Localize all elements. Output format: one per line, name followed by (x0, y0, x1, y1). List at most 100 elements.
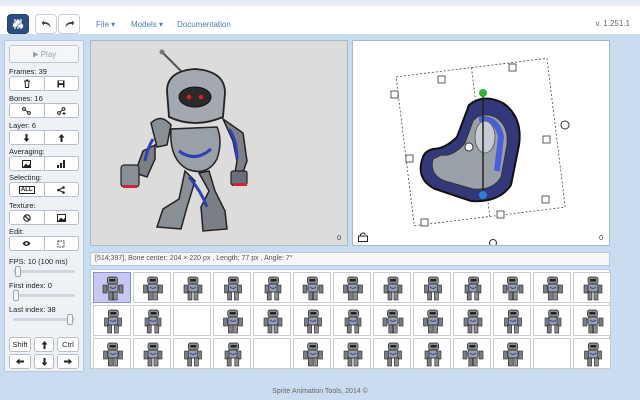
frame-thumbnail[interactable] (133, 338, 171, 369)
select-share-button[interactable] (44, 182, 79, 197)
frame-thumbnail[interactable] (293, 338, 331, 369)
frame-robot-thumbnail (503, 342, 523, 367)
average-chart-button[interactable] (44, 156, 79, 171)
select-all-label: ALL (18, 185, 35, 194)
redo-icon (65, 20, 74, 27)
frame-robot-thumbnail (423, 309, 443, 334)
frame-thumbnail[interactable] (93, 305, 131, 336)
frame-thumbnail[interactable] (453, 338, 491, 369)
undo-button[interactable] (35, 14, 57, 34)
frame-robot-thumbnail (343, 342, 363, 367)
layer-up-button[interactable] (44, 130, 79, 145)
frame-thumbnail[interactable] (373, 272, 411, 303)
edit-view-button[interactable] (9, 236, 45, 251)
frame-robot-thumbnail (383, 276, 403, 301)
average-image-button[interactable] (9, 156, 45, 171)
nav-down-button[interactable] (34, 354, 54, 369)
frame-thumbnail[interactable] (213, 338, 251, 369)
frame-thumbnail[interactable] (453, 305, 491, 336)
documentation-menu[interactable]: Documentation (177, 20, 231, 29)
bone-add-button[interactable] (44, 103, 79, 118)
fps-slider-handle[interactable] (15, 266, 21, 277)
frame-thumbnail[interactable] (373, 338, 411, 369)
nav-right-button[interactable] (57, 354, 79, 369)
frame-thumbnail[interactable] (413, 338, 451, 369)
footer: Sprite Animation Tools, 2014 © (272, 388, 368, 395)
frame-thumbnail[interactable] (573, 272, 611, 303)
first-index-slider[interactable] (13, 290, 75, 301)
frame-thumbnail[interactable] (293, 305, 331, 336)
frame-thumbnail[interactable] (533, 272, 571, 303)
file-menu[interactable]: File ▾ (96, 20, 115, 29)
frame-robot-thumbnail (424, 342, 442, 367)
preview-canvas[interactable]: 0 (90, 40, 348, 246)
nav-left-button[interactable] (9, 354, 31, 369)
frame-thumbnail[interactable] (93, 338, 131, 369)
redo-button[interactable] (58, 14, 80, 34)
frame-thumbnail[interactable] (253, 272, 291, 303)
edit-crop-button[interactable] (44, 236, 79, 251)
frame-thumbnail[interactable] (173, 272, 211, 303)
frame-thumbnail[interactable] (333, 338, 371, 369)
frame-thumbnail[interactable] (213, 305, 251, 336)
select-all-button[interactable]: ALL (9, 182, 45, 197)
frame-thumbnail[interactable] (493, 272, 531, 303)
texture-none-button[interactable] (9, 210, 45, 225)
arrow-up-icon (58, 133, 65, 142)
delete-frame-button[interactable] (9, 76, 45, 91)
frame-thumbnail[interactable] (493, 338, 531, 369)
frame-thumbnail[interactable] (93, 272, 131, 303)
frame-robot-thumbnail (464, 276, 482, 301)
layer-down-button[interactable] (9, 130, 45, 145)
mixer-button[interactable] (7, 14, 29, 34)
frame-robot-thumbnail (224, 276, 242, 301)
lock-icon[interactable] (358, 232, 368, 242)
frame-thumbnail[interactable] (573, 338, 611, 369)
last-index-label: Last index: 38 (9, 305, 56, 314)
preview-frame-counter: 0 (337, 235, 341, 242)
frame-thumbnail[interactable] (413, 305, 451, 336)
nav-up-button[interactable] (34, 337, 54, 352)
ctrl-button[interactable]: Ctrl (57, 337, 79, 352)
frame-thumbnail[interactable] (453, 272, 491, 303)
first-index-slider-handle[interactable] (13, 290, 19, 301)
frame-thumbnail[interactable] (413, 272, 451, 303)
frame-thumbnail[interactable] (173, 305, 211, 336)
frame-thumbnail[interactable] (493, 305, 531, 336)
ctrl-label: Ctrl (62, 340, 74, 349)
save-frame-button[interactable] (44, 76, 79, 91)
averaging-label: Averaging: (9, 147, 45, 156)
play-label: Play (40, 49, 57, 59)
models-menu[interactable]: Models ▾ (131, 20, 163, 29)
frame-robot-thumbnail (263, 309, 283, 334)
frame-thumbnail[interactable] (293, 272, 331, 303)
fps-slider[interactable] (13, 266, 75, 277)
trash-icon (23, 79, 30, 88)
frame-thumbnail[interactable] (173, 338, 211, 369)
bone-editor-canvas[interactable]: 0 (352, 40, 610, 246)
frame-thumbnail[interactable] (253, 338, 291, 369)
frame-robot-thumbnail (384, 342, 402, 367)
frame-thumbnail[interactable] (213, 272, 251, 303)
frame-thumbnail[interactable] (133, 272, 171, 303)
frame-thumbnail[interactable] (373, 305, 411, 336)
frame-thumbnail[interactable] (573, 305, 611, 336)
frame-thumbnail[interactable] (333, 272, 371, 303)
frame-robot-thumbnail (223, 309, 243, 334)
bone-link-button[interactable] (9, 103, 45, 118)
share-icon (57, 185, 66, 194)
frame-thumbnail[interactable] (333, 305, 371, 336)
frame-thumbnail[interactable] (253, 305, 291, 336)
frame-thumbnail[interactable] (533, 338, 571, 369)
last-index-slider-handle[interactable] (67, 314, 73, 325)
editor-frame-counter: 0 (599, 235, 603, 242)
crop-icon (57, 240, 65, 247)
frame-thumbnail[interactable] (533, 305, 571, 336)
shift-button[interactable]: Shift (9, 337, 31, 352)
frame-robot-thumbnail (424, 276, 442, 301)
frame-thumbnail[interactable] (133, 305, 171, 336)
play-button[interactable]: Play (9, 45, 79, 63)
last-index-slider[interactable] (13, 314, 75, 325)
texture-image-button[interactable] (44, 210, 79, 225)
frame-robot-thumbnail (144, 309, 162, 334)
